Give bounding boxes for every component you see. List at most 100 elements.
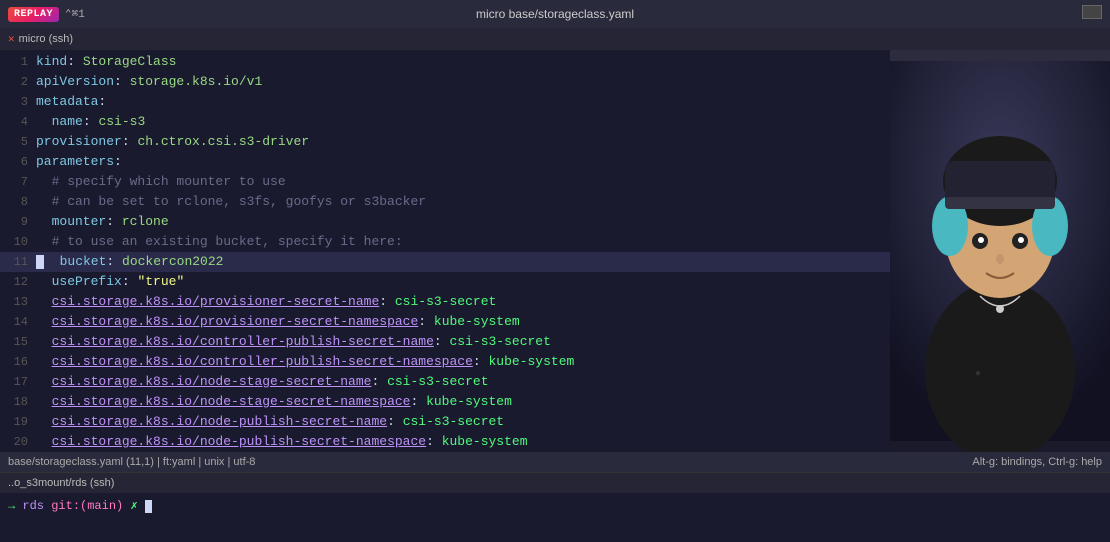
person-svg: ● bbox=[890, 50, 1110, 452]
status-right: Alt-g: bindings, Ctrl-g: help bbox=[972, 456, 1102, 468]
yaml-plain: : bbox=[122, 134, 138, 149]
line-content: csi.storage.k8s.io/controller-publish-se… bbox=[36, 332, 886, 351]
yaml-key: provisioner bbox=[36, 134, 122, 149]
yaml-plain: : bbox=[114, 74, 130, 89]
tab-bar: ✕ micro (ssh) bbox=[0, 28, 1110, 50]
yaml-value: dockercon2022 bbox=[122, 254, 223, 269]
yaml-key: parameters bbox=[36, 154, 114, 169]
status-left: base/storageclass.yaml (11,1) | ft:yaml … bbox=[8, 456, 255, 468]
yaml-plain: : bbox=[114, 154, 122, 169]
yaml-plain bbox=[36, 414, 52, 429]
yaml-value: StorageClass bbox=[83, 54, 177, 69]
line-content: name: csi-s3 bbox=[36, 112, 886, 131]
window-title: micro base/storageclass.yaml bbox=[476, 7, 634, 21]
editor-line: 15 csi.storage.k8s.io/controller-publish… bbox=[0, 332, 890, 352]
minimize-icon[interactable] bbox=[1082, 5, 1102, 19]
yaml-plain bbox=[36, 374, 52, 389]
line-number: 10 bbox=[4, 233, 28, 252]
yaml-plain: : bbox=[106, 214, 122, 229]
line-number: 12 bbox=[4, 273, 28, 292]
editor-line: 16 csi.storage.k8s.io/controller-publish… bbox=[0, 352, 890, 372]
yaml-string: "true" bbox=[137, 274, 184, 289]
yaml-key: bucket bbox=[44, 254, 106, 269]
yaml-plain: : bbox=[83, 114, 99, 129]
yaml-plain: : bbox=[473, 354, 489, 369]
editor-content: 1 kind: StorageClass 2 apiVersion: storage.… bbox=[0, 50, 890, 452]
yaml-value: storage.k8s.io/v1 bbox=[130, 74, 263, 89]
yaml-key: metadata bbox=[36, 94, 98, 109]
yaml-url-key: csi.storage.k8s.io/controller-publish-se… bbox=[52, 354, 473, 369]
editor-line: 19 csi.storage.k8s.io/node-publish-secre… bbox=[0, 412, 890, 432]
editor-line: 18 csi.storage.k8s.io/node-stage-secret-… bbox=[0, 392, 890, 412]
line-number: 2 bbox=[4, 73, 28, 92]
yaml-key: kind bbox=[36, 54, 67, 69]
editor-line: 11 bucket: dockercon2022 bbox=[0, 252, 890, 272]
line-number: 19 bbox=[4, 413, 28, 432]
editor-line: 5provisioner: ch.ctrox.csi.s3-driver bbox=[0, 132, 890, 152]
terminal-content[interactable]: → rds git:(main) ✗ bbox=[0, 493, 1110, 519]
yaml-key: usePrefix bbox=[52, 274, 122, 289]
editor-line: 2 apiVersion: storage.k8s.io/v1 bbox=[0, 72, 890, 92]
yaml-value: rclone bbox=[122, 214, 169, 229]
yaml-comment: # can be set to rclone, s3fs, goofys or … bbox=[36, 194, 426, 209]
yaml-url-key: csi.storage.k8s.io/node-stage-secret-nam… bbox=[52, 394, 411, 409]
editor-line: 9 mounter: rclone bbox=[0, 212, 890, 232]
yaml-key: apiVersion bbox=[36, 74, 114, 89]
svg-text:●: ● bbox=[975, 368, 981, 379]
yaml-plain: : bbox=[387, 414, 403, 429]
tab-close-icon[interactable]: ✕ bbox=[8, 32, 15, 46]
yaml-comment: # specify which mounter to use bbox=[36, 174, 286, 189]
yaml-value: ch.ctrox.csi.s3-driver bbox=[137, 134, 309, 149]
camera-feed: ● bbox=[890, 50, 1110, 452]
line-number: 4 bbox=[4, 113, 28, 132]
line-number: 18 bbox=[4, 393, 28, 412]
yaml-key: mounter bbox=[36, 214, 106, 229]
line-content: apiVersion: storage.k8s.io/v1 bbox=[36, 72, 886, 91]
title-bar-left: REPLAY ⌃⌘1 bbox=[8, 7, 85, 22]
yaml-url-value: kube-system bbox=[434, 314, 520, 329]
line-content: # can be set to rclone, s3fs, goofys or … bbox=[36, 192, 886, 211]
tab-label[interactable]: micro (ssh) bbox=[19, 33, 73, 45]
yaml-plain bbox=[36, 314, 52, 329]
yaml-plain bbox=[36, 434, 52, 449]
line-number: 6 bbox=[4, 153, 28, 172]
editor-line: 10 # to use an existing bucket, specify … bbox=[0, 232, 890, 252]
line-content: csi.storage.k8s.io/provisioner-secret-na… bbox=[36, 292, 886, 311]
line-content: provisioner: ch.ctrox.csi.s3-driver bbox=[36, 132, 886, 151]
yaml-url-value: csi-s3-secret bbox=[387, 374, 488, 389]
term-directory: rds bbox=[22, 499, 44, 513]
title-bar: REPLAY ⌃⌘1 micro base/storageclass.yaml bbox=[0, 0, 1110, 28]
yaml-url-key: csi.storage.k8s.io/controller-publish-se… bbox=[52, 334, 434, 349]
editor-line: 4 name: csi-s3 bbox=[0, 112, 890, 132]
yaml-url-value: csi-s3-secret bbox=[395, 294, 496, 309]
yaml-plain: : bbox=[371, 374, 387, 389]
line-content: csi.storage.k8s.io/node-publish-secret-n… bbox=[36, 412, 886, 431]
yaml-plain bbox=[36, 334, 52, 349]
line-number: 15 bbox=[4, 333, 28, 352]
yaml-plain: : bbox=[379, 294, 395, 309]
yaml-key: name bbox=[52, 114, 83, 129]
line-number: 20 bbox=[4, 433, 28, 452]
terminal-area[interactable]: ..o_s3mount/rds (ssh) → rds git:(main) ✗ bbox=[0, 472, 1110, 542]
editor-pane[interactable]: 1 kind: StorageClass 2 apiVersion: storage.… bbox=[0, 50, 890, 452]
terminal-tab-label[interactable]: ..o_s3mount/rds (ssh) bbox=[8, 477, 114, 489]
line-number: 1 bbox=[4, 53, 28, 72]
yaml-plain: : bbox=[106, 254, 122, 269]
yaml-plain: : bbox=[98, 94, 106, 109]
yaml-comment: # to use an existing bucket, specify it … bbox=[36, 234, 403, 249]
yaml-value: csi-s3 bbox=[98, 114, 145, 129]
yaml-plain bbox=[36, 114, 52, 129]
replay-badge[interactable]: REPLAY bbox=[8, 7, 59, 22]
line-number: 14 bbox=[4, 313, 28, 332]
terminal-tab-bar: ..o_s3mount/rds (ssh) bbox=[0, 473, 1110, 493]
yaml-plain: : bbox=[410, 394, 426, 409]
line-number: 8 bbox=[4, 193, 28, 212]
yaml-plain bbox=[36, 354, 52, 369]
editor-line: 1kind: StorageClass bbox=[0, 52, 890, 72]
line-content: csi.storage.k8s.io/provisioner-secret-na… bbox=[36, 312, 886, 331]
line-number: 13 bbox=[4, 293, 28, 312]
term-prompt-arrow: → bbox=[8, 499, 15, 513]
yaml-plain: : bbox=[418, 314, 434, 329]
yaml-url-key: csi.storage.k8s.io/provisioner-secret-na… bbox=[52, 294, 380, 309]
line-content: # specify which mounter to use bbox=[36, 172, 886, 191]
